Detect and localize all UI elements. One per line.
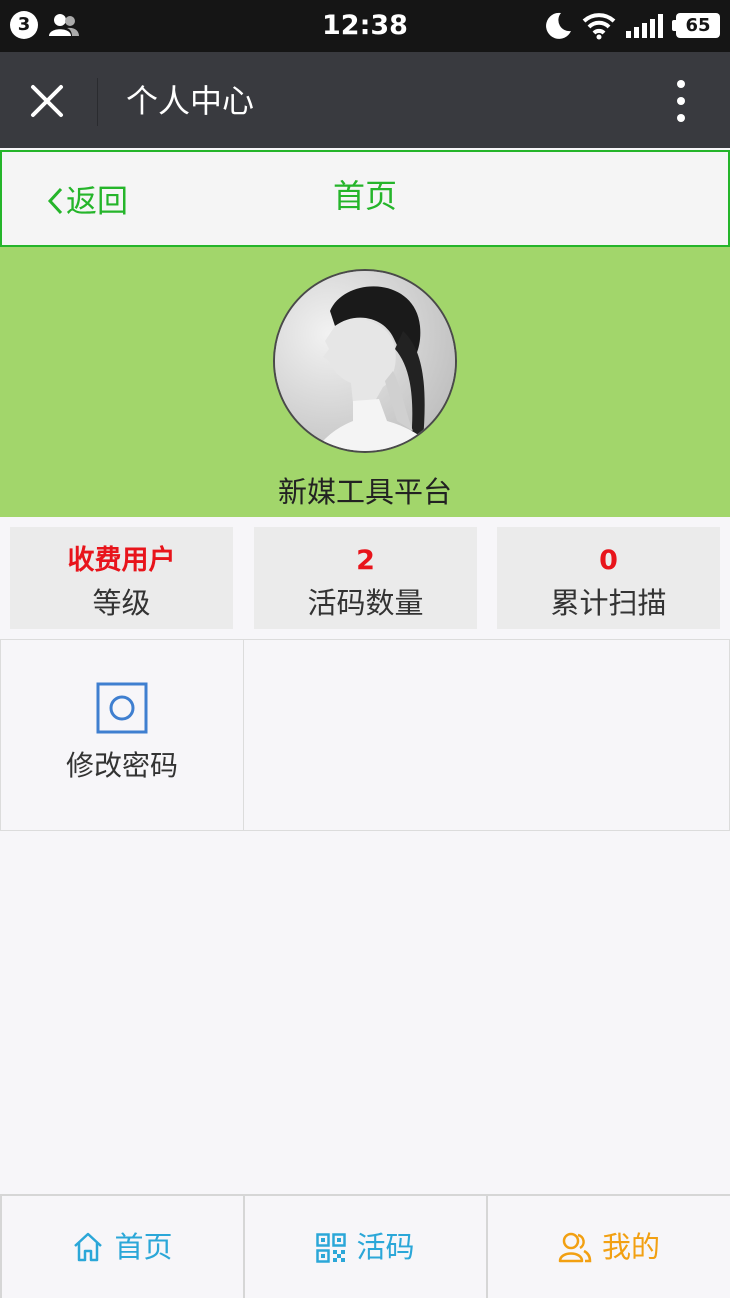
status-bar: 3 12:38 65: [0, 0, 730, 52]
qr-code-icon: [316, 1233, 347, 1263]
avatar-photo: [275, 271, 455, 451]
title-bar: 个人中心: [0, 52, 730, 148]
stat-label: 等级: [92, 586, 151, 620]
tab-qrcode[interactable]: 活码: [243, 1196, 486, 1298]
change-password-button[interactable]: 修改密码: [0, 640, 243, 831]
profile-name: 新媒工具平台: [277, 475, 452, 509]
nav-bar: 返回 首页: [0, 150, 730, 247]
tab-mine[interactable]: 我的: [486, 1196, 730, 1298]
battery-icon: 65: [672, 13, 720, 38]
stat-card-codes: 2 活码数量: [254, 527, 477, 629]
function-grid: 修改密码: [0, 639, 730, 831]
close-icon[interactable]: [28, 82, 66, 120]
settings-square-icon: [96, 682, 148, 734]
page-title: 个人中心: [126, 82, 255, 120]
tab-label: 活码: [356, 1230, 415, 1264]
grid-empty-cell: [243, 640, 730, 831]
nav-title: 首页: [332, 177, 397, 215]
divider: [97, 78, 98, 126]
profile-header: 新媒工具平台: [0, 247, 730, 517]
clock: 12:38: [322, 10, 408, 41]
stats-row: 收费用户 等级 2 活码数量 0 累计扫描: [0, 517, 730, 639]
grid-item-label: 修改密码: [65, 749, 178, 782]
home-icon: [74, 1232, 103, 1262]
moon-icon: [546, 12, 571, 39]
tab-label: 首页: [114, 1230, 173, 1264]
stat-card-level: 收费用户 等级: [10, 527, 233, 629]
tab-home[interactable]: 首页: [0, 1196, 243, 1298]
more-vertical-icon[interactable]: [670, 78, 692, 124]
stat-value: 收费用户: [67, 545, 176, 576]
stat-label: 累计扫描: [550, 586, 667, 620]
stat-value: 0: [599, 545, 618, 576]
users-icon: [558, 1232, 592, 1263]
stat-label: 活码数量: [307, 586, 424, 620]
signal-icon: [626, 14, 663, 38]
stat-card-scans: 0 累计扫描: [497, 527, 720, 629]
tab-label: 我的: [601, 1230, 660, 1264]
stat-value: 2: [356, 545, 375, 576]
avatar[interactable]: [273, 269, 457, 453]
tab-bar: 首页 活码 我的: [0, 1194, 730, 1298]
wifi-icon: [582, 13, 616, 40]
